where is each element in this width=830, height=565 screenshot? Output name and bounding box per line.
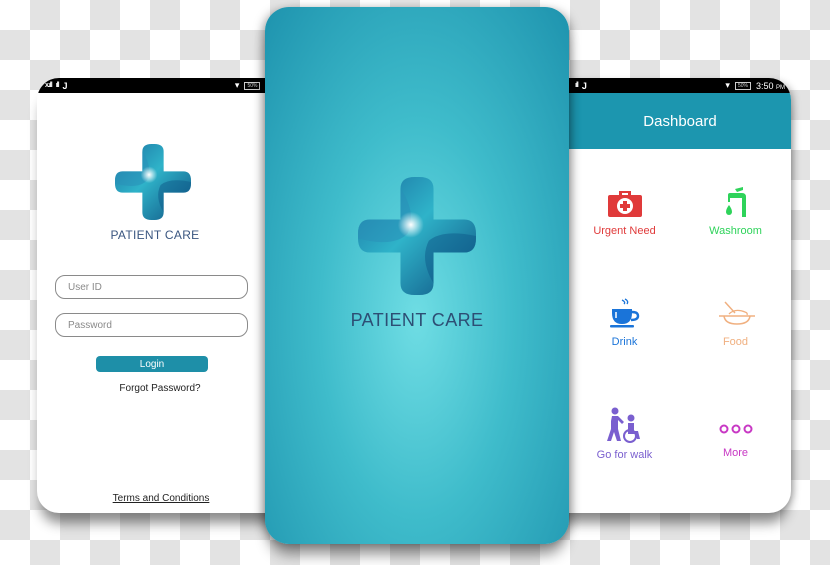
patient-care-cross-logo	[114, 144, 192, 220]
dashboard-title: Dashboard	[643, 112, 717, 130]
first-aid-kit-icon	[607, 191, 642, 217]
app-brand-title: PATIENT CARE	[350, 310, 484, 330]
patient-care-cross-logo	[357, 177, 477, 295]
dashboard-header: Dashboard	[555, 93, 791, 149]
notification-icon: J	[62, 80, 68, 91]
terms-and-conditions-link[interactable]: Terms and Conditions	[37, 493, 285, 504]
battery-icon: 50%	[244, 81, 261, 90]
tile-food[interactable]: Food	[680, 260, 791, 371]
forgot-password-link[interactable]: Forgot Password?	[37, 383, 283, 394]
tile-go-for-walk[interactable]: Go for walk	[569, 371, 680, 482]
wifi-icon: ▾	[725, 80, 730, 90]
faucet-icon	[725, 187, 746, 217]
signal-icon: x.ıll	[45, 82, 53, 89]
tile-label: Go for walk	[596, 449, 653, 461]
login-screen: x.ıll ıll J ▾ 50% 3:50 PATIENT CARE Logi…	[37, 78, 287, 513]
dashboard-grid: Urgent Need Washroom Drink Food Go for w…	[569, 149, 791, 513]
tile-label: Urgent Need	[593, 225, 656, 237]
tile-label: Washroom	[709, 225, 762, 237]
wheelchair-assist-icon	[606, 407, 640, 443]
status-bar: x.ıll ıll J ▾ 50% 3:50	[37, 78, 287, 93]
battery-icon: 50%	[734, 81, 751, 90]
dashboard-screen: ıll J ▾ 50% 3:50 PM Dashboard Urgent Nee…	[555, 78, 791, 513]
login-button[interactable]: Login	[96, 356, 208, 372]
clock-period: PM	[776, 84, 785, 91]
clock-time: 3:50 PM	[756, 81, 785, 91]
clock-time-value: 3:50	[755, 80, 774, 91]
user-id-input[interactable]	[55, 275, 248, 299]
tile-urgent-need[interactable]: Urgent Need	[569, 149, 680, 260]
food-bowl-icon	[718, 301, 755, 325]
wifi-icon: ▾	[234, 80, 240, 90]
splash-screen: PATIENT CARE	[265, 7, 569, 544]
signal-icon: ıll	[575, 82, 579, 89]
password-input[interactable]	[55, 313, 248, 337]
tile-label: Food	[722, 336, 749, 348]
tile-label: More	[722, 447, 749, 459]
more-dots-icon	[719, 424, 752, 434]
tile-washroom[interactable]: Washroom	[680, 149, 791, 260]
status-bar: ıll J ▾ 50% 3:50 PM	[555, 78, 791, 93]
tile-more[interactable]: More	[680, 371, 791, 482]
coffee-cup-icon	[609, 298, 639, 328]
tile-drink[interactable]: Drink	[569, 260, 680, 371]
app-brand-title: PATIENT CARE	[110, 228, 200, 242]
notification-icon: J	[581, 80, 587, 91]
tile-label: Drink	[611, 336, 638, 348]
signal-icon: ıll	[55, 82, 60, 89]
